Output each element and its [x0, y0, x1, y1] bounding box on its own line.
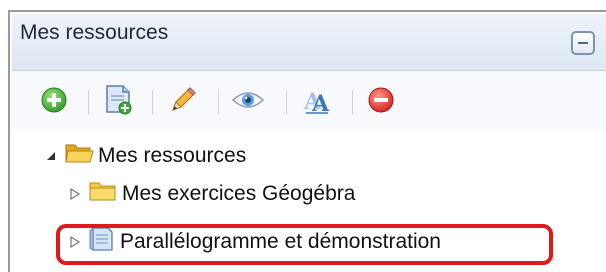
- toolbar-separator: [352, 90, 353, 114]
- tree-node-label: Mes ressources: [98, 144, 247, 167]
- toolbar-separator: [152, 90, 153, 114]
- tree-node-label: Mes exercices Géogébra: [122, 182, 356, 205]
- toolbar-separator: [88, 90, 89, 114]
- collapsed-triangle-icon[interactable]: [68, 187, 82, 201]
- toolbar: A A: [12, 71, 606, 129]
- preview-eye-icon: [231, 92, 265, 108]
- edit-pencil-icon: [171, 87, 196, 112]
- collapsed-triangle-icon[interactable]: [68, 235, 82, 249]
- add-icon: [41, 87, 67, 113]
- delete-button[interactable]: [361, 71, 401, 129]
- svg-text:A: A: [311, 91, 330, 115]
- tree-node-root[interactable]: Mes ressources: [44, 141, 246, 171]
- tree-node-label: Parallélogramme et démonstration: [120, 230, 441, 253]
- folder-open-icon: [64, 141, 94, 171]
- expanded-triangle-icon[interactable]: [44, 149, 58, 163]
- document-icon: [88, 226, 116, 258]
- preview-button[interactable]: [228, 71, 268, 129]
- collapse-button[interactable]: [571, 31, 595, 55]
- rename-text-icon: A A: [303, 89, 330, 115]
- delete-icon: [368, 87, 394, 113]
- tree-node-document[interactable]: Parallélogramme et démonstration: [68, 226, 441, 258]
- toolbar-separator: [218, 90, 219, 114]
- folder-icon: [88, 179, 118, 209]
- edit-button[interactable]: [163, 71, 203, 129]
- toolbar-separator: [286, 90, 287, 114]
- resource-tree: Mes ressources Mes exercices Géogébra Pa…: [12, 129, 606, 264]
- add-button[interactable]: [34, 71, 74, 129]
- panel-title: Mes ressources: [20, 21, 169, 44]
- new-document-icon: [106, 85, 132, 115]
- rename-button[interactable]: A A: [296, 71, 336, 129]
- new-document-button[interactable]: [98, 71, 138, 129]
- tree-node-folder[interactable]: Mes exercices Géogébra: [68, 179, 355, 209]
